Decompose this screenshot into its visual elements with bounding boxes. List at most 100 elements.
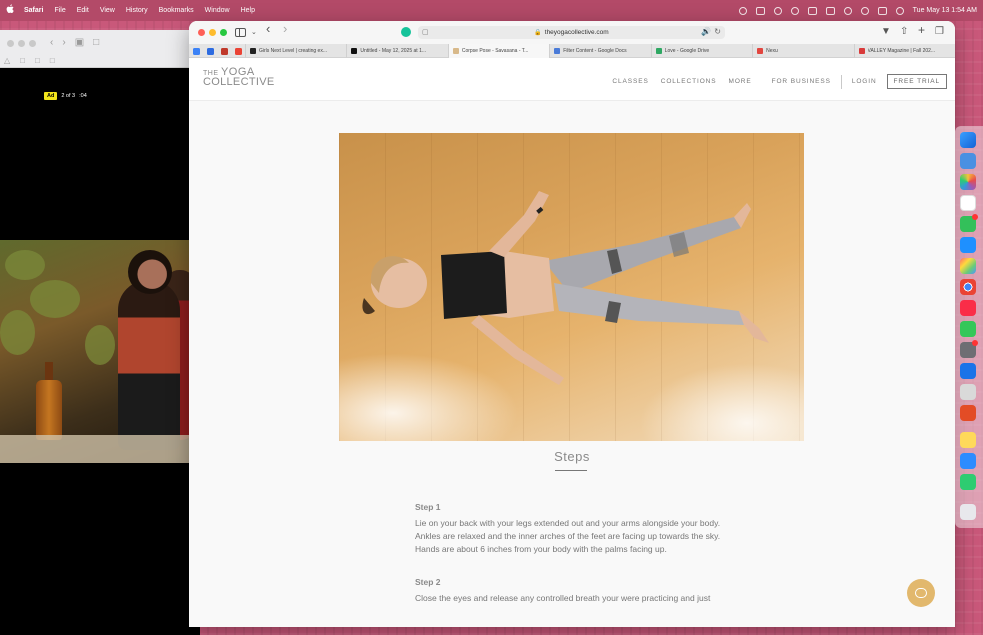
photos-icon[interactable] xyxy=(960,174,976,190)
menu-view[interactable]: View xyxy=(100,7,115,14)
launchpad-icon[interactable] xyxy=(960,258,976,274)
back-icon[interactable]: ‹ xyxy=(266,22,270,35)
safari-icon[interactable] xyxy=(960,363,976,379)
menu-clock[interactable]: Tue May 13 1:54 AM xyxy=(913,7,977,14)
tab-corpse-pose[interactable]: Corpse Pose - Savasana - T... xyxy=(447,44,550,58)
tab-favicon-icon xyxy=(655,48,662,54)
ad-count: 2 of 3 xyxy=(61,93,76,99)
nav-more[interactable]: MORE xyxy=(723,78,758,85)
safari-window: ⌄ ‹ › ▢ 🔒 theyogacollective.com 🔊 ↻ ▼ ⇧ … xyxy=(189,21,955,627)
tab-google-drive[interactable]: Love - Google Drive xyxy=(650,44,752,58)
minimize-dot-icon[interactable] xyxy=(18,40,25,47)
ad-badge: Ad xyxy=(44,92,58,100)
share-icon[interactable]: ▣ xyxy=(75,37,84,48)
freeform-icon[interactable] xyxy=(960,195,976,211)
tab-untitled[interactable]: Untitled - May 12, 2025 at 1... xyxy=(346,44,447,58)
control-icon[interactable] xyxy=(825,6,835,15)
music-icon[interactable] xyxy=(960,300,976,316)
chevron-down-icon[interactable]: ⌄ xyxy=(251,27,257,39)
person xyxy=(118,280,180,450)
tab-overview-icon[interactable]: ❐ xyxy=(935,26,944,38)
forward-icon[interactable]: › xyxy=(62,37,65,48)
pinned-tab[interactable] xyxy=(189,44,203,58)
download-icon[interactable]: ▼ xyxy=(881,26,891,38)
close-button[interactable] xyxy=(198,29,205,36)
plant-leaves xyxy=(85,325,115,365)
app-icon[interactable] xyxy=(960,474,976,490)
back-icon[interactable]: ‹ xyxy=(50,37,53,48)
search-icon[interactable] xyxy=(860,6,869,15)
ad-indicator: Ad 2 of 3 :04 xyxy=(44,92,87,100)
step-1-heading: Step 1 xyxy=(415,502,441,512)
mail-icon[interactable] xyxy=(960,153,976,169)
privacy-icon[interactable]: ▢ xyxy=(422,28,429,36)
free-trial-button[interactable]: FREE TRIAL xyxy=(886,74,947,89)
background-window-toolbar: ‹ › ▣ □ △ □ □ □ xyxy=(0,30,200,68)
battery-icon[interactable] xyxy=(807,6,817,15)
menu-window[interactable]: Window xyxy=(205,7,230,14)
app-store-icon[interactable] xyxy=(960,237,976,253)
tab-valley-magazine[interactable]: VALLEY Magazine | Fall 202... xyxy=(853,44,955,58)
tool-icon[interactable]: □ xyxy=(50,56,55,65)
address-bar[interactable]: ▢ 🔒 theyogacollective.com 🔊 ↻ xyxy=(418,26,725,39)
apple-menu-icon[interactable] xyxy=(6,4,14,17)
wifi-icon[interactable] xyxy=(843,6,852,15)
step-2-heading: Step 2 xyxy=(415,577,441,587)
nav-for-business[interactable]: FOR BUSINESS xyxy=(766,78,837,85)
site-logo[interactable]: THE YOGA COLLECTIVE xyxy=(203,66,274,88)
tool-icon[interactable]: □ xyxy=(20,56,25,65)
tool-icon[interactable]: □ xyxy=(35,56,40,65)
record-icon[interactable] xyxy=(738,6,747,15)
close-dot-icon[interactable] xyxy=(7,40,14,47)
share-icon[interactable]: ⇧ xyxy=(900,26,908,38)
tab-favicon-icon xyxy=(250,48,256,54)
screen-icon[interactable] xyxy=(790,6,799,15)
menu-edit[interactable]: Edit xyxy=(77,7,89,14)
menu-bar: Safari File Edit View History Bookmarks … xyxy=(0,0,983,21)
trash-icon[interactable] xyxy=(960,504,976,520)
zoom-dot-icon[interactable] xyxy=(29,40,36,47)
notes-icon[interactable] xyxy=(960,432,976,448)
video-ad-frame[interactable] xyxy=(0,240,200,463)
zoom-icon[interactable] xyxy=(960,453,976,469)
menu-history[interactable]: History xyxy=(126,7,148,14)
app-icon[interactable] xyxy=(960,405,976,421)
finder-icon[interactable] xyxy=(960,132,976,148)
shield-icon[interactable]: □ xyxy=(93,37,99,48)
menu-app-name[interactable]: Safari xyxy=(24,7,43,14)
pinned-tab[interactable] xyxy=(203,44,217,58)
x-icon[interactable] xyxy=(755,6,765,15)
audio-playing-icon[interactable]: 🔊 xyxy=(701,27,711,36)
sidebar-icon[interactable] xyxy=(235,28,246,37)
drive-icon xyxy=(192,47,200,55)
new-tab-icon[interactable]: + xyxy=(918,24,925,36)
grammarly-icon[interactable] xyxy=(401,27,411,37)
nav-classes[interactable]: CLASSES xyxy=(606,78,654,85)
forward-icon[interactable]: › xyxy=(283,22,287,35)
menu-help[interactable]: Help xyxy=(241,7,255,14)
step-1-text: Lie on your back with your legs extended… xyxy=(415,518,721,554)
tab-girls-next-level[interactable]: Girls Next Level | creating ex... xyxy=(245,44,346,58)
notification-badge xyxy=(972,214,978,220)
chat-support-button[interactable] xyxy=(907,579,935,607)
pinned-tab[interactable] xyxy=(217,44,231,58)
messages-icon[interactable] xyxy=(960,321,976,337)
tab-nexu[interactable]: Nexu xyxy=(752,44,853,58)
pinned-tab[interactable] xyxy=(231,44,245,58)
zoom-button[interactable] xyxy=(220,29,227,36)
reload-icon[interactable]: ↻ xyxy=(714,27,721,36)
minimize-button[interactable] xyxy=(209,29,216,36)
clock-icon[interactable] xyxy=(773,6,782,15)
tab-google-docs[interactable]: Filter Content - Google Docs xyxy=(549,44,650,58)
background-window: ‹ › ▣ □ △ □ □ □ Ad 2 of 3 :04 xyxy=(0,30,200,635)
plant-leaves xyxy=(30,280,80,318)
chrome-icon[interactable] xyxy=(960,279,976,295)
siri-icon[interactable] xyxy=(895,6,904,15)
menu-file[interactable]: File xyxy=(54,7,65,14)
nav-login[interactable]: LOGIN xyxy=(846,78,883,85)
tool-icon[interactable]: △ xyxy=(4,56,10,65)
iphone-mirroring-icon[interactable] xyxy=(960,384,976,400)
nav-collections[interactable]: COLLECTIONS xyxy=(655,78,723,85)
menu-bookmarks[interactable]: Bookmarks xyxy=(159,7,194,14)
control-center-icon[interactable] xyxy=(877,6,887,15)
